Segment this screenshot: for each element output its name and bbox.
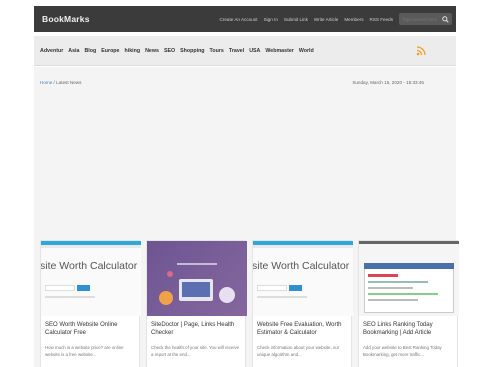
- card-thumbnail[interactable]: site Worth Calculator: [253, 241, 353, 316]
- card-title[interactable]: SEO Worth Website Online Calculator Free: [41, 316, 139, 342]
- nav-write-article[interactable]: Write Article: [314, 17, 338, 22]
- category-link[interactable]: hiking: [124, 48, 140, 54]
- category-link[interactable]: World: [299, 48, 314, 54]
- breadcrumb-current: Latest News: [56, 80, 82, 85]
- thumb-subheader-strip: [253, 245, 353, 248]
- top-navbar: BookMarks Create An Account Sign In Subm…: [34, 6, 456, 32]
- category-link[interactable]: Blog: [84, 48, 96, 54]
- thumb-input-graphic: [257, 285, 287, 291]
- category-link[interactable]: Webmaster: [265, 48, 293, 54]
- category-link[interactable]: News: [145, 48, 159, 54]
- article-card[interactable]: site Worth Calculator SEO Worth Website …: [40, 240, 141, 367]
- breadcrumb-home[interactable]: Home: [40, 80, 52, 85]
- thumb-row: [368, 293, 438, 295]
- card-description: Check information about your website, ou…: [257, 345, 340, 357]
- card-description: Add your website to Best Ranking Today B…: [363, 345, 442, 357]
- thumb-button-graphic: [77, 285, 90, 291]
- thumb-decoration: [219, 287, 235, 303]
- thumb-panel-header: [364, 263, 454, 269]
- nav-submit-link[interactable]: Submit Link: [284, 17, 308, 22]
- current-datetime: Sunday, March 15, 2020 - 15:33:45: [352, 80, 424, 85]
- article-card[interactable]: SEO Links Ranking Today Bookmarking | Ad…: [358, 240, 459, 367]
- nav-members[interactable]: Members: [344, 17, 363, 22]
- thumb-input-graphic: [45, 285, 75, 291]
- breadcrumb: Home / Latest News: [40, 80, 81, 85]
- card-thumbnail[interactable]: [359, 241, 459, 316]
- card-thumbnail[interactable]: site Worth Calculator: [41, 241, 141, 316]
- rss-icon[interactable]: [416, 45, 426, 56]
- thumb-decoration: [159, 291, 173, 305]
- article-card[interactable]: SiteDoctor | Page, Links Health Checker …: [146, 240, 247, 367]
- nav-create-account[interactable]: Create An Account: [220, 17, 258, 22]
- thumb-subheader-strip: [41, 245, 141, 248]
- thumb-line-graphic: [45, 296, 95, 298]
- thumb-line-graphic: [257, 296, 307, 298]
- category-link[interactable]: Shopping: [180, 48, 204, 54]
- thumb-row: [368, 274, 398, 277]
- thumb-decoration: [167, 271, 173, 277]
- nav-rss-feeds[interactable]: RSS Feeds: [370, 17, 394, 22]
- category-link[interactable]: Asia: [68, 48, 79, 54]
- thumb-heading: site Worth Calculator: [41, 260, 138, 272]
- thumb-heading-graphic: [177, 263, 217, 265]
- category-link[interactable]: Europe: [101, 48, 119, 54]
- category-link[interactable]: Tours: [210, 48, 224, 54]
- thumb-row: [368, 281, 428, 283]
- thumb-row: [368, 299, 418, 301]
- thumb-topbar: [359, 241, 459, 244]
- card-title[interactable]: Website Free Evaluation, Worth Estimator…: [253, 316, 351, 342]
- article-cards: site Worth Calculator SEO Worth Website …: [40, 240, 459, 367]
- search-icon[interactable]: [442, 15, 449, 23]
- category-list: Adventur Asia Blog Europe hiking News SE…: [40, 48, 314, 54]
- article-card[interactable]: site Worth Calculator Website Free Evalu…: [252, 240, 353, 367]
- category-link[interactable]: SEO: [164, 48, 175, 54]
- thumb-heading: site Worth Calculator: [253, 260, 350, 272]
- top-nav: Create An Account Sign In Submit Link Wr…: [220, 17, 393, 22]
- category-link[interactable]: USA: [249, 48, 260, 54]
- search-input[interactable]: [402, 16, 442, 22]
- laptop-screen: [182, 282, 210, 297]
- search-box: [399, 13, 452, 25]
- card-title[interactable]: SiteDoctor | Page, Links Health Checker: [147, 316, 245, 342]
- category-bar: Adventur Asia Blog Europe hiking News SE…: [34, 36, 456, 66]
- category-link[interactable]: Travel: [229, 48, 244, 54]
- card-description: Check the health of your site. You will …: [151, 345, 240, 357]
- thumb-button-graphic: [289, 285, 302, 291]
- card-description: How much is a website price? are online …: [45, 345, 124, 357]
- main-content: Home / Latest News Sunday, March 15, 202…: [34, 67, 459, 367]
- card-thumbnail[interactable]: [147, 241, 247, 316]
- nav-sign-in[interactable]: Sign In: [264, 17, 278, 22]
- site-logo[interactable]: BookMarks: [42, 14, 90, 24]
- category-link[interactable]: Adventur: [40, 48, 63, 54]
- card-title[interactable]: SEO Links Ranking Today Bookmarking | Ad…: [359, 316, 457, 342]
- thumb-row: [368, 287, 413, 289]
